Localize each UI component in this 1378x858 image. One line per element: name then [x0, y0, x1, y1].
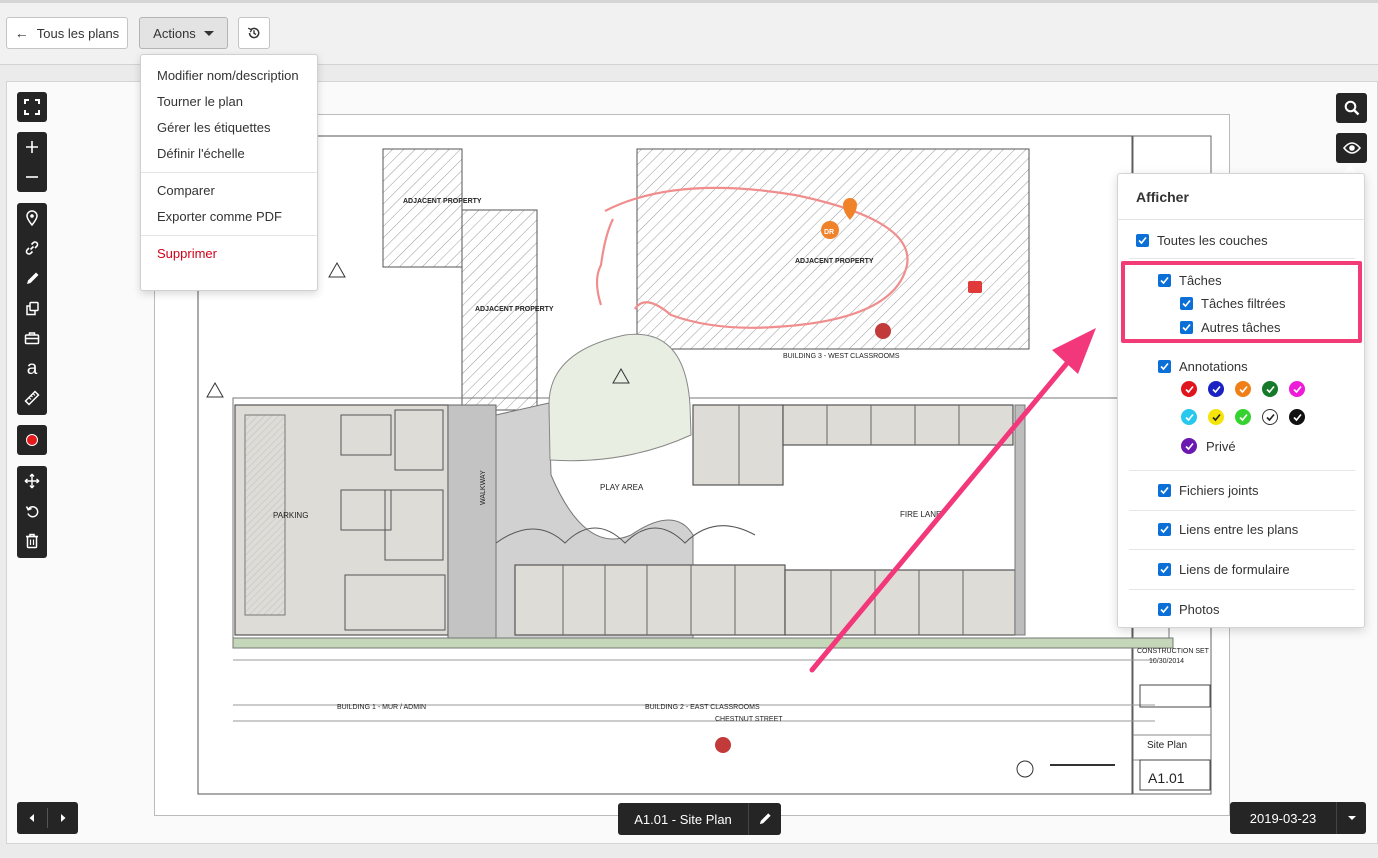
triangle-left-icon [29, 814, 34, 822]
version-date-label: 2019-03-23 [1249, 810, 1317, 826]
plan-name-label: A1.01 - Site Plan [634, 811, 732, 827]
triangle-right-icon [61, 814, 66, 822]
edit-plan-button[interactable] [748, 803, 781, 835]
callout-arrow [809, 328, 1096, 673]
plan-navigation [17, 802, 78, 834]
next-plan-button[interactable] [48, 802, 78, 834]
previous-plan-button[interactable] [17, 802, 47, 834]
version-dropdown-button[interactable] [1336, 802, 1366, 834]
pencil-icon [759, 813, 771, 825]
plan-name-bar: A1.01 - Site Plan [618, 803, 781, 835]
plan-version-select[interactable]: 2019-03-23 [1230, 802, 1366, 834]
caret-down-icon [1347, 816, 1356, 820]
